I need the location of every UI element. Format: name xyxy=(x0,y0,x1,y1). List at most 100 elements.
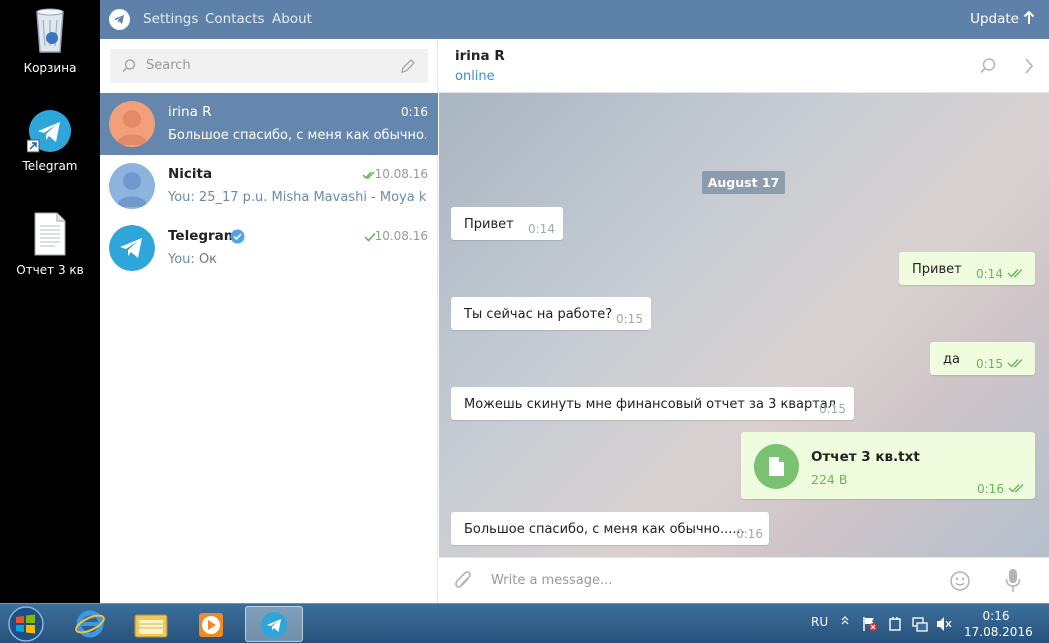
taskbar-telegram[interactable] xyxy=(245,606,303,642)
network-icon[interactable] xyxy=(912,616,928,632)
desktop-icon-recycle-bin[interactable]: Корзина xyxy=(0,6,100,75)
dialog-item-irina[interactable]: irina R 0:16 Большое спасибо, с меня как… xyxy=(100,93,438,155)
preview-text: Ок xyxy=(198,252,218,267)
dialog-time: 10.08.16 xyxy=(374,167,428,181)
desktop-icon-label: Отчет 3 кв xyxy=(16,263,84,277)
telegram-window: Settings Contacts About Update Search ir… xyxy=(100,0,1049,603)
dialog-time: 0:16 xyxy=(401,105,428,119)
text-file-icon xyxy=(34,212,66,256)
message-time: 0:15 xyxy=(819,402,846,416)
telegram-logo-icon xyxy=(109,9,130,30)
date-divider: August 17 xyxy=(702,171,785,194)
desktop-icon-report-file[interactable]: Отчет 3 кв xyxy=(0,212,100,277)
action-center-flag-icon[interactable] xyxy=(862,616,878,632)
message-incoming[interactable]: Ты сейчас на работе? 0:15 xyxy=(451,297,651,330)
search-placeholder: Search xyxy=(146,58,191,73)
attach-paperclip-icon[interactable] xyxy=(453,570,473,592)
language-indicator[interactable]: RU xyxy=(811,615,828,629)
taskbar-explorer[interactable] xyxy=(122,606,180,642)
dialog-name: Telegram xyxy=(168,228,238,244)
message-time: 0:16 xyxy=(736,527,763,541)
menu-contacts[interactable]: Contacts xyxy=(205,11,265,27)
internet-explorer-icon xyxy=(75,610,105,638)
message-text: Привет xyxy=(464,217,514,232)
message-incoming[interactable]: Привет 0:14 xyxy=(451,207,563,240)
clock-time: 0:16 xyxy=(982,609,1010,623)
menu-settings[interactable]: Settings xyxy=(143,11,198,27)
desktop-icon-label: Корзина xyxy=(23,61,77,75)
dialog-item-nicita[interactable]: Nicita 10.08.16 You: 25_17 p.u. Misha Ma… xyxy=(100,155,438,217)
dialog-time: 10.08.16 xyxy=(374,229,428,243)
telegram-icon xyxy=(26,110,71,153)
chat-status: online xyxy=(455,69,495,84)
menu-about[interactable]: About xyxy=(272,11,312,27)
dialog-name: irina R xyxy=(168,104,212,120)
tray-expand-icon[interactable] xyxy=(840,616,850,630)
telegram-icon xyxy=(261,612,287,638)
desktop-icon-label: Telegram xyxy=(22,159,78,173)
message-time: 0:15 xyxy=(976,357,1003,371)
avatar xyxy=(109,163,155,209)
chat-header: irina R online xyxy=(439,39,1049,93)
windows-start-icon xyxy=(8,606,44,642)
folder-icon xyxy=(134,614,168,638)
file-name[interactable]: Отчет 3 кв.txt xyxy=(811,449,920,465)
preview-sender: You: xyxy=(168,252,195,267)
system-clock[interactable]: 0:16 17.08.2016 xyxy=(964,608,1033,640)
message-time: 0:16 xyxy=(977,482,1004,496)
verified-badge-icon xyxy=(230,229,245,244)
taskbar-internet-explorer[interactable] xyxy=(61,606,119,642)
message-incoming[interactable]: Большое спасибо, с меня как обычно......… xyxy=(451,512,769,545)
clock-date: 17.08.2016 xyxy=(964,625,1033,639)
dialog-preview: You: 25_17 p.u. Misha Mavashi - Moya kre… xyxy=(168,190,426,205)
file-download-button[interactable] xyxy=(754,444,799,489)
double-check-icon xyxy=(1007,359,1023,368)
recycle-bin-icon xyxy=(36,8,64,53)
message-history[interactable]: August 17 Привет 0:14 Привет 0:14 Ты сей… xyxy=(439,93,1049,557)
chevron-right-icon[interactable] xyxy=(1023,57,1035,75)
message-time: 0:14 xyxy=(528,222,555,236)
message-text: Привет xyxy=(912,262,962,277)
file-size: 224 B xyxy=(811,472,848,487)
document-icon xyxy=(769,457,784,476)
dialog-preview: You: Ок xyxy=(168,252,426,267)
message-outgoing-file[interactable]: Отчет 3 кв.txt 224 B 0:16 xyxy=(741,432,1035,499)
search-icon[interactable] xyxy=(979,57,997,75)
dialogs-panel: Search irina R 0:16 Большое спасибо, с м… xyxy=(100,39,438,603)
update-button[interactable]: Update xyxy=(970,11,1019,27)
dialog-name: Nicita xyxy=(168,166,213,182)
message-input[interactable]: Write a message... xyxy=(491,573,612,588)
arrow-up-icon[interactable] xyxy=(1023,10,1035,26)
message-composer: Write a message... xyxy=(439,557,1049,603)
search-icon xyxy=(122,59,136,73)
avatar xyxy=(109,225,155,271)
message-outgoing[interactable]: да 0:15 xyxy=(930,342,1035,375)
avatar xyxy=(109,101,155,147)
device-tray-icon[interactable] xyxy=(887,616,903,632)
message-text: Ты сейчас на работе? xyxy=(464,307,613,322)
message-text: Большое спасибо, с меня как обычно...... xyxy=(464,522,745,537)
message-time: 0:15 xyxy=(616,312,643,326)
chat-title[interactable]: irina R xyxy=(455,48,505,64)
microphone-icon[interactable] xyxy=(1005,568,1021,594)
title-bar: Settings Contacts About Update xyxy=(100,0,1049,39)
emoji-icon[interactable] xyxy=(949,570,971,592)
volume-muted-icon[interactable] xyxy=(936,616,952,632)
taskbar-media-player[interactable] xyxy=(183,606,241,642)
message-outgoing[interactable]: Привет 0:14 xyxy=(899,252,1035,285)
dialog-preview: Большое спасибо, с меня как обычно...... xyxy=(168,128,426,143)
message-time: 0:14 xyxy=(976,267,1003,281)
taskbar: RU 0:16 17.08.2016 xyxy=(0,603,1049,643)
media-player-icon xyxy=(199,613,223,637)
desktop: Корзина Telegram Отчет 3 кв xyxy=(0,0,100,603)
dialog-item-telegram[interactable]: Telegram 10.08.16 You: Ок xyxy=(100,217,438,279)
desktop-icon-telegram[interactable]: Telegram xyxy=(0,110,100,173)
double-check-icon xyxy=(1008,484,1024,493)
message-text: да xyxy=(943,352,960,367)
start-button[interactable] xyxy=(4,605,48,643)
message-text: Можешь скинуть мне финансовый отчет за 3… xyxy=(464,397,837,412)
search-input[interactable]: Search xyxy=(110,49,428,83)
message-incoming[interactable]: Можешь скинуть мне финансовый отчет за 3… xyxy=(451,387,854,420)
compose-pencil-icon[interactable] xyxy=(400,58,416,74)
double-check-icon xyxy=(1007,269,1023,278)
